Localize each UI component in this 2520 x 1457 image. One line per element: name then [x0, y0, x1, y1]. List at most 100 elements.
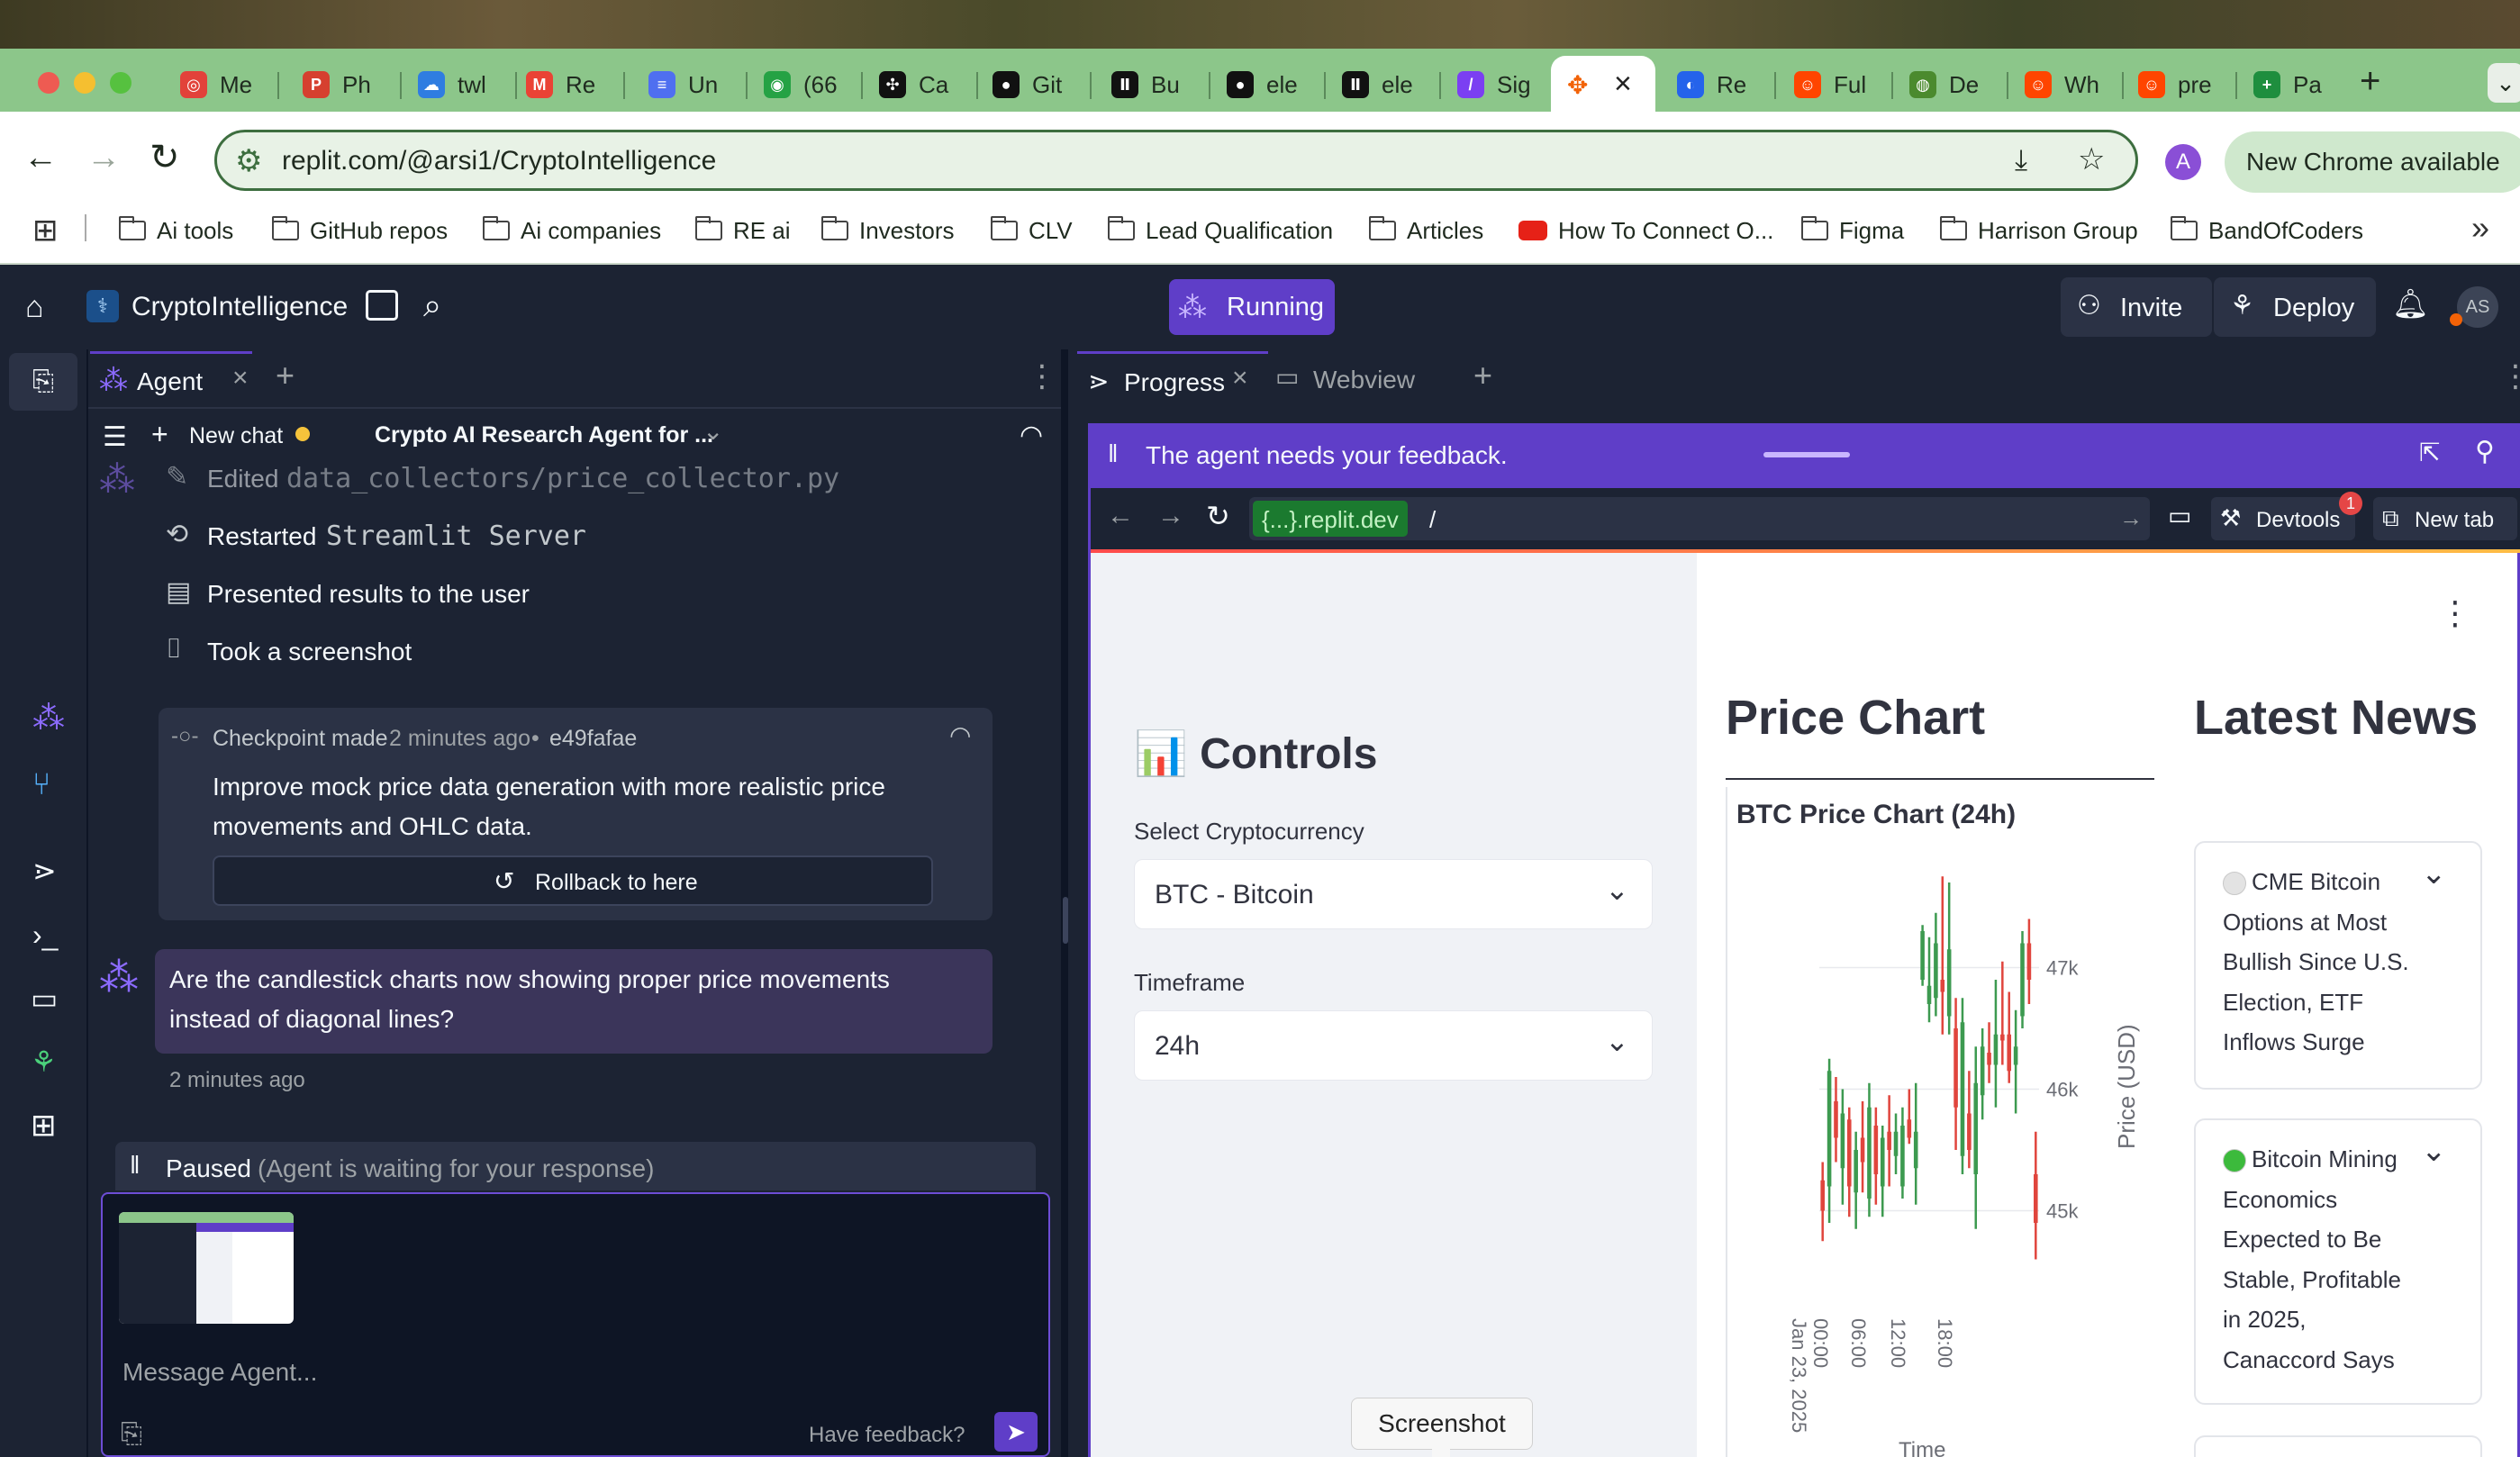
install-app-icon[interactable]: ⤓ [2015, 143, 2027, 177]
crypto-select[interactable]: BTC - Bitcoin ⌄ [1134, 859, 1653, 929]
bookmark-item[interactable]: Ai companies [483, 209, 661, 252]
bookmark-item[interactable]: Lead Qualification [1108, 209, 1333, 252]
apps-grid-icon[interactable]: ⊞ [32, 213, 59, 249]
expand-chevron-icon[interactable]: ⌄ [2421, 855, 2447, 891]
invite-button[interactable]: ⚇ Invite [2061, 277, 2212, 337]
git-tool-icon[interactable]: ⑂ [32, 767, 50, 802]
more-bookmarks-chevron-icon[interactable]: » [2471, 209, 2489, 247]
forward-arrow-icon[interactable]: → [86, 139, 121, 177]
browser-tab[interactable]: / Sig [1446, 63, 1547, 106]
timeframe-select[interactable]: 24h ⌄ [1134, 1010, 1653, 1081]
add-tab-plus-icon[interactable]: + [276, 357, 295, 394]
run-button[interactable]: ⁂ Running [1169, 279, 1335, 335]
user-avatar[interactable]: AS [2457, 286, 2498, 328]
message-composer[interactable]: Message Agent... ⎘ Have feedback? ➤ [101, 1192, 1050, 1457]
expand-chevron-icon[interactable]: ⌄ [2421, 1133, 2447, 1169]
search-icon[interactable]: ⌕ [423, 286, 441, 325]
usage-gauge-icon[interactable]: ◠ [1020, 420, 1043, 451]
browser-tab[interactable]: + Pa [2243, 63, 2343, 106]
browser-tab[interactable]: ◎ Me [169, 63, 270, 106]
webview-path[interactable]: / [1429, 506, 1436, 534]
address-bar[interactable]: ⚙ replit.com/@arsi1/CryptoIntelligence ⤓… [214, 130, 2138, 191]
all-tools-icon[interactable]: ⊞ [31, 1108, 57, 1144]
new-tab-button[interactable]: ⧉ New tab [2373, 497, 2517, 540]
webview-back-icon[interactable]: ← [1107, 501, 1134, 531]
webview-reload-icon[interactable]: ↻ [1206, 499, 1230, 533]
news-card[interactable]: ⌄ CME Bitcoin Options at Most Bullish Since… [2194, 841, 2482, 1090]
tab-webview[interactable]: ▭ Webview [1274, 351, 1454, 407]
profile-avatar[interactable]: A [2165, 144, 2201, 180]
toggle-panels-icon[interactable]: ⎘ [9, 353, 77, 411]
browser-tab[interactable]: P Ph [292, 63, 393, 106]
pin-icon[interactable]: ⚲ [2475, 436, 2495, 467]
browser-tab[interactable]: ☁ twl [407, 63, 508, 106]
checkpoint-gauge-icon[interactable]: ◠ [949, 720, 971, 750]
browser-tab[interactable]: ☺ pre [2127, 63, 2228, 106]
close-tab-icon[interactable]: × [1614, 67, 1632, 102]
message-placeholder[interactable]: Message Agent... [122, 1358, 317, 1387]
minimize-window-button[interactable] [74, 72, 95, 94]
candlestick-chart[interactable]: 45k 46k 47k Price (USD) 00:00Jan 23, 2025 06:… [1727, 787, 2160, 1457]
right-panel-menu-icon[interactable]: ⋮ [2500, 358, 2520, 394]
bookmark-item[interactable]: Harrison Group [1940, 209, 2138, 252]
project-name[interactable]: CryptoIntelligence [131, 292, 348, 322]
agent-tab[interactable]: ⁂ Agent × [90, 351, 252, 407]
news-card[interactable]: ⌄ Bitcoin Mining Economics Expected to Be St… [2194, 1118, 2482, 1405]
devtools-button[interactable]: ⚒ Devtools [2211, 497, 2355, 540]
new-tab-plus-icon[interactable]: + [2360, 61, 2380, 102]
go-arrow-icon[interactable]: → [2119, 504, 2143, 532]
bookmark-star-icon[interactable]: ☆ [2078, 141, 2105, 177]
bookmark-item[interactable]: BandOfCoders [2171, 209, 2363, 252]
browser-tab[interactable]: ✣ Ca [868, 63, 969, 106]
device-icon[interactable]: ▭ [2168, 501, 2191, 530]
agent-panel-menu-icon[interactable]: ⋮ [1027, 358, 1057, 394]
browser-tab[interactable]: ☺ Wh [2014, 63, 2115, 106]
bookmark-item[interactable]: Investors [821, 209, 955, 252]
chat-title-chevron-icon[interactable]: ⌄ [703, 416, 723, 446]
bookmark-item[interactable]: CLV [991, 209, 1073, 252]
close-window-button[interactable] [38, 72, 59, 94]
agent-tool-icon[interactable]: ⁂ [32, 699, 65, 737]
feedback-link[interactable]: Have feedback? [809, 1423, 965, 1448]
rollback-button[interactable]: ↺ Rollback to here [213, 855, 933, 906]
browser-tab[interactable]: ● ele [1216, 63, 1317, 106]
webview-forward-icon[interactable]: → [1157, 501, 1184, 531]
deploy-button[interactable]: ⚘ Deploy [2214, 277, 2376, 337]
browser-tab[interactable]: ◍ De [1899, 63, 1999, 106]
tab-progress[interactable]: ⋗ Progress × [1077, 351, 1268, 407]
notifications-bell-icon[interactable]: 🔔︎ [2392, 286, 2429, 321]
bookmark-item[interactable]: RE ai [695, 209, 791, 252]
webview-tool-icon[interactable]: ▭ [31, 982, 58, 1016]
bookmark-item[interactable]: How To Connect O... [1518, 209, 1773, 252]
bookmark-item[interactable]: Ai tools [119, 209, 233, 252]
browser-tab[interactable]: ◉ (66 [753, 63, 854, 106]
webview-url-bar[interactable]: {...}.replit.dev / → [1249, 497, 2150, 540]
progress-tool-icon[interactable]: ⋗ [32, 854, 57, 888]
attached-screenshot-thumbnail[interactable] [119, 1212, 294, 1324]
site-settings-icon[interactable]: ⚙ [235, 143, 262, 179]
browser-tab[interactable]: ≡ Un [638, 63, 739, 106]
streamlit-main-menu-icon[interactable]: ⋮ [2439, 594, 2471, 632]
tab-search-chevron-icon[interactable]: ⌄ [2488, 63, 2520, 103]
shell-tool-icon[interactable]: ›_ [32, 919, 58, 952]
back-arrow-icon[interactable]: ← [23, 139, 58, 177]
bookmark-item[interactable]: Articles [1369, 209, 1483, 252]
close-agent-tab-icon[interactable]: × [232, 363, 249, 394]
url-text[interactable]: replit.com/@arsi1/CryptoIntelligence [282, 146, 716, 176]
zoom-window-button[interactable] [110, 72, 131, 94]
chrome-update-button[interactable]: New Chrome available [2225, 131, 2520, 193]
browser-tab[interactable]: Ⅱ Bu [1101, 63, 1201, 106]
active-browser-tab[interactable]: ✥ × [1551, 56, 1655, 112]
drag-handle[interactable] [1763, 452, 1850, 457]
chat-list-icon[interactable]: ☰ [103, 421, 127, 453]
add-right-tab-plus-icon[interactable]: + [1473, 357, 1492, 394]
file-tree-icon[interactable] [366, 290, 398, 321]
home-icon[interactable]: ⌂ [25, 290, 44, 325]
close-progress-tab-icon[interactable]: × [1232, 363, 1248, 394]
bookmark-item[interactable]: GitHub repos [272, 209, 448, 252]
browser-tab[interactable]: ● Git [982, 63, 1083, 106]
pop-out-icon[interactable]: ⇱ [2419, 438, 2440, 467]
send-button[interactable]: ➤ [994, 1412, 1038, 1452]
deployments-tool-icon[interactable]: ⚘ [31, 1045, 57, 1079]
news-card[interactable] [2194, 1435, 2482, 1457]
